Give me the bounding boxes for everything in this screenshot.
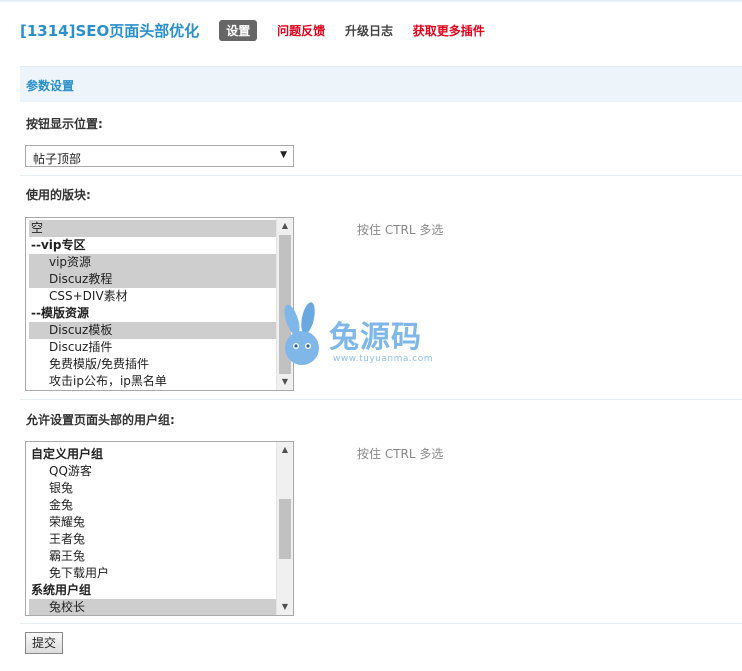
rabbit-logo-icon: [284, 302, 319, 365]
list-item[interactable]: 王者兔: [29, 531, 276, 548]
list-item[interactable]: QQ游客: [29, 463, 276, 480]
divider: [20, 623, 742, 624]
list-item: --vip专区: [31, 238, 86, 252]
forums-label: 使用的版块:: [26, 188, 91, 202]
nav-more-plugins[interactable]: 获取更多插件: [413, 22, 485, 39]
header-nav: 设置 问题反馈 升级日志 获取更多插件: [219, 19, 501, 41]
submit-button[interactable]: 提交: [25, 632, 63, 654]
forums-hint: 按住 CTRL 多选: [357, 223, 444, 237]
usergroups-scrollbar[interactable]: ▲ ▼: [276, 442, 293, 615]
forums-multiselect[interactable]: 空 --vip专区 vip资源 Discuz教程 CSS+DIV素材 --模版资源 Disc…: [25, 217, 294, 391]
top-border: [0, 0, 742, 3]
section-title: 参数设置: [26, 79, 75, 93]
scroll-up-icon[interactable]: ▲: [277, 218, 293, 234]
watermark: 兔源码 www.tuyuanma.com: [280, 302, 470, 368]
page-header: [1314]SEO页面头部优化 设置 问题反馈 升级日志 获取更多插件: [20, 18, 501, 42]
watermark-url: www.tuyuanma.com: [333, 354, 433, 364]
list-item[interactable]: 攻击ip公布，ip黑名单: [29, 373, 276, 390]
list-item[interactable]: 银兔: [29, 480, 276, 497]
list-item[interactable]: 霸王兔: [29, 548, 276, 565]
usergroups-label: 允许设置页面头部的用户组:: [26, 413, 175, 427]
scroll-up-icon[interactable]: ▲: [277, 442, 293, 458]
watermark-text: 兔源码: [329, 320, 422, 355]
list-item: 自定义用户组: [31, 447, 104, 461]
list-item[interactable]: 免下载用户: [29, 565, 276, 582]
list-item[interactable]: 空: [29, 220, 276, 237]
divider: [20, 399, 742, 400]
button-position-value: 帖子顶部: [33, 152, 82, 166]
list-item[interactable]: vip资源: [29, 254, 276, 271]
section-header: 参数设置: [20, 66, 742, 102]
list-item[interactable]: Discuz插件: [29, 339, 276, 356]
button-position-label: 按钮显示位置:: [26, 117, 103, 131]
list-item[interactable]: 金兔: [29, 497, 276, 514]
list-item: --模版资源: [31, 306, 89, 320]
scroll-down-icon[interactable]: ▼: [277, 374, 293, 390]
list-item: 系统用户组: [31, 583, 92, 597]
divider: [20, 175, 742, 176]
list-item[interactable]: Discuz模板: [29, 322, 276, 339]
list-item[interactable]: 荣耀兔: [29, 514, 276, 531]
list-item[interactable]: 免费模版/免费插件: [29, 356, 276, 373]
nav-feedback[interactable]: 问题反馈: [277, 22, 325, 39]
scroll-thumb[interactable]: [279, 499, 291, 559]
list-item[interactable]: Discuz教程: [29, 271, 276, 288]
list-item[interactable]: 兔校长: [29, 599, 276, 615]
scroll-down-icon[interactable]: ▼: [277, 599, 293, 615]
button-position-select[interactable]: 帖子顶部 ▼: [25, 145, 294, 167]
usergroups-hint: 按住 CTRL 多选: [357, 447, 444, 461]
list-item[interactable]: CSS+DIV素材: [29, 288, 276, 305]
dropdown-arrow-icon: ▼: [280, 150, 287, 160]
plugin-title: [1314]SEO页面头部优化: [20, 21, 200, 40]
nav-changelog[interactable]: 升级日志: [345, 22, 393, 39]
usergroups-multiselect[interactable]: 自定义用户组 QQ游客 银兔 金兔 荣耀兔 王者兔 霸王兔 免下载用户 系统用户组兔校长 ▲ ▼: [25, 441, 294, 616]
nav-settings[interactable]: 设置: [219, 19, 258, 41]
